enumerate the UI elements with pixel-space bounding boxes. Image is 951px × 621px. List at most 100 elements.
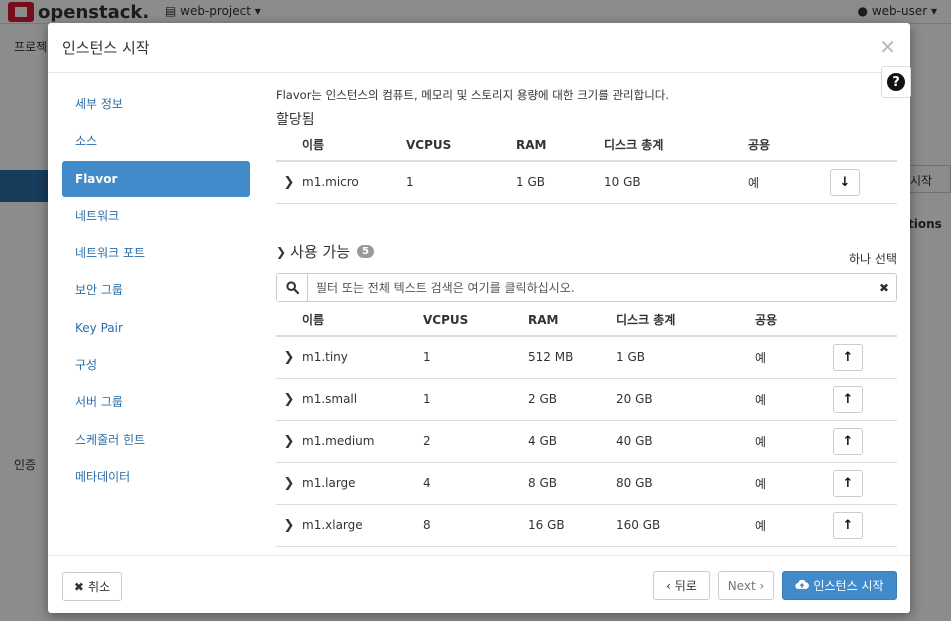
cell-public: 예 xyxy=(755,504,833,547)
chevron-right-icon[interactable]: ❯ xyxy=(284,518,295,533)
col-disk[interactable]: 디스크 총계 xyxy=(616,304,755,337)
help-button[interactable]: ? xyxy=(881,66,911,98)
allocate-button[interactable]: ↑ xyxy=(833,427,863,455)
clear-search-icon[interactable]: ✖ xyxy=(872,281,896,295)
available-section-toggle[interactable]: ❯ 사용 가능 5 xyxy=(276,241,374,262)
cell-name: m1.large xyxy=(302,462,423,505)
col-disk[interactable]: 디스크 총계 xyxy=(604,129,748,162)
launch-label: 인스턴스 시작 xyxy=(813,579,884,593)
allocated-header-row: 이름 VCPUS RAM 디스크 총계 공용 xyxy=(276,129,897,162)
close-icon[interactable]: ✕ xyxy=(879,35,896,59)
cell-disk: 40 GB xyxy=(616,420,755,463)
col-ram[interactable]: RAM xyxy=(516,129,604,162)
cell-vcpus: 4 xyxy=(423,462,528,505)
modal-header: 인스턴스 시작 ✕ xyxy=(48,23,910,73)
cloud-upload-icon xyxy=(795,579,810,593)
table-row: ❯ m1.large 4 8 GB 80 GB 예 ↑ xyxy=(276,462,897,505)
cell-disk: 20 GB xyxy=(616,378,755,421)
cell-ram: 1 GB xyxy=(516,161,604,204)
wizard-step-source[interactable]: 소스 xyxy=(62,123,250,159)
allocate-button[interactable]: ↑ xyxy=(833,343,863,371)
wizard-step-scheduler-hints[interactable]: 스케줄러 힌트 xyxy=(62,422,250,458)
allocated-table: 이름 VCPUS RAM 디스크 총계 공용 ❯ m1.micro 1 1 GB… xyxy=(276,129,897,204)
wizard-step-metadata[interactable]: 메타데이터 xyxy=(62,459,250,495)
modal-title: 인스턴스 시작 xyxy=(62,39,150,57)
arrow-up-icon: ↑ xyxy=(842,433,854,449)
wizard-step-key-pair[interactable]: Key Pair xyxy=(62,310,250,346)
launch-instance-modal: 인스턴스 시작 ✕ ? 세부 정보 소스 Flavor 네트워크 네트워크 포트… xyxy=(48,23,911,613)
arrow-down-icon: ↓ xyxy=(839,174,851,190)
arrow-up-icon: ↑ xyxy=(842,391,854,407)
arrow-up-icon: ↑ xyxy=(842,475,854,491)
back-button[interactable]: ‹ 뒤로 xyxy=(653,571,710,600)
cell-ram: 16 GB xyxy=(528,504,616,547)
wizard-step-flavor[interactable]: Flavor xyxy=(62,160,250,197)
cell-vcpus: 2 xyxy=(423,420,528,463)
next-button[interactable]: Next › xyxy=(718,571,774,600)
cell-name: m1.medium xyxy=(302,420,423,463)
cell-ram: 512 MB xyxy=(528,336,616,379)
cell-public: 예 xyxy=(755,420,833,463)
col-vcpus[interactable]: VCPUS xyxy=(406,129,516,162)
cell-public: 예 xyxy=(748,161,830,204)
wizard-step-security-groups[interactable]: 보안 그룹 xyxy=(62,272,250,308)
cell-name: m1.tiny xyxy=(302,336,423,379)
chevron-right-icon[interactable]: ❯ xyxy=(284,350,295,365)
col-public[interactable]: 공용 xyxy=(748,129,830,162)
cell-public: 예 xyxy=(755,462,833,505)
col-public[interactable]: 공용 xyxy=(755,304,833,337)
allocated-title: 할당됨 xyxy=(276,112,315,128)
cell-ram: 2 GB xyxy=(528,378,616,421)
launch-instance-button[interactable]: 인스턴스 시작 xyxy=(782,571,897,600)
table-row: ❯ m1.micro 1 1 GB 10 GB 예 ↓ xyxy=(276,161,897,204)
wizard-step-networks[interactable]: 네트워크 xyxy=(62,198,250,234)
chevron-right-icon[interactable]: ❯ xyxy=(284,392,295,407)
cell-ram: 4 GB xyxy=(528,420,616,463)
cell-name: m1.small xyxy=(302,378,423,421)
deallocate-button[interactable]: ↓ xyxy=(830,168,860,196)
col-name[interactable]: 이름 xyxy=(302,304,423,337)
cell-disk: 160 GB xyxy=(616,504,755,547)
cell-disk: 10 GB xyxy=(604,161,748,204)
available-count-badge: 5 xyxy=(357,245,374,258)
wizard-step-details[interactable]: 세부 정보 xyxy=(62,86,250,122)
cell-vcpus: 1 xyxy=(423,378,528,421)
cell-ram: 8 GB xyxy=(528,462,616,505)
table-row: ❯ m1.xlarge 8 16 GB 160 GB 예 ↑ xyxy=(276,504,897,547)
search-icon xyxy=(277,274,308,301)
cell-disk: 1 GB xyxy=(616,336,755,379)
chevron-right-icon[interactable]: ❯ xyxy=(284,476,295,491)
cell-name: m1.xlarge xyxy=(302,504,423,547)
search-bar: ✖ xyxy=(276,273,897,302)
table-row: ❯ m1.medium 2 4 GB 40 GB 예 ↑ xyxy=(276,420,897,463)
cell-public: 예 xyxy=(755,336,833,379)
allocate-button[interactable]: ↑ xyxy=(833,385,863,413)
allocate-button[interactable]: ↑ xyxy=(833,511,863,539)
wizard-step-configuration[interactable]: 구성 xyxy=(62,347,250,383)
select-one-label: 하나 선택 xyxy=(849,252,897,266)
chevron-right-icon[interactable]: ❯ xyxy=(284,434,295,449)
search-input[interactable] xyxy=(308,275,872,300)
cell-vcpus: 1 xyxy=(423,336,528,379)
wizard-step-network-ports[interactable]: 네트워크 포트 xyxy=(62,235,250,271)
table-row: ❯ m1.tiny 1 512 MB 1 GB 예 ↑ xyxy=(276,336,897,379)
arrow-up-icon: ↑ xyxy=(842,517,854,533)
allocate-button[interactable]: ↑ xyxy=(833,469,863,497)
modal-footer: ✖ 취소 ‹ 뒤로 Next › 인스턴스 시작 xyxy=(48,555,910,613)
chevron-right-icon[interactable]: ❯ xyxy=(284,175,295,190)
cancel-button[interactable]: ✖ 취소 xyxy=(62,572,122,601)
flavor-description: Flavor는 인스턴스의 컴퓨트, 메모리 및 스토리지 용량에 대한 크기를… xyxy=(276,88,670,102)
chevron-down-icon: ❯ xyxy=(276,244,287,259)
available-title: 사용 가능 xyxy=(290,243,351,261)
available-header-row: 이름 VCPUS RAM 디스크 총계 공용 xyxy=(276,304,897,337)
col-ram[interactable]: RAM xyxy=(528,304,616,337)
col-name[interactable]: 이름 xyxy=(302,129,406,162)
cell-public: 예 xyxy=(755,378,833,421)
available-table: 이름 VCPUS RAM 디스크 총계 공용 ❯ m1.tiny 1 512 M… xyxy=(276,304,897,547)
cell-vcpus: 1 xyxy=(406,161,516,204)
cell-disk: 80 GB xyxy=(616,462,755,505)
wizard-step-server-groups[interactable]: 서버 그룹 xyxy=(62,384,250,420)
arrow-up-icon: ↑ xyxy=(842,349,854,365)
close-icon: ✖ xyxy=(73,579,84,594)
col-vcpus[interactable]: VCPUS xyxy=(423,304,528,337)
